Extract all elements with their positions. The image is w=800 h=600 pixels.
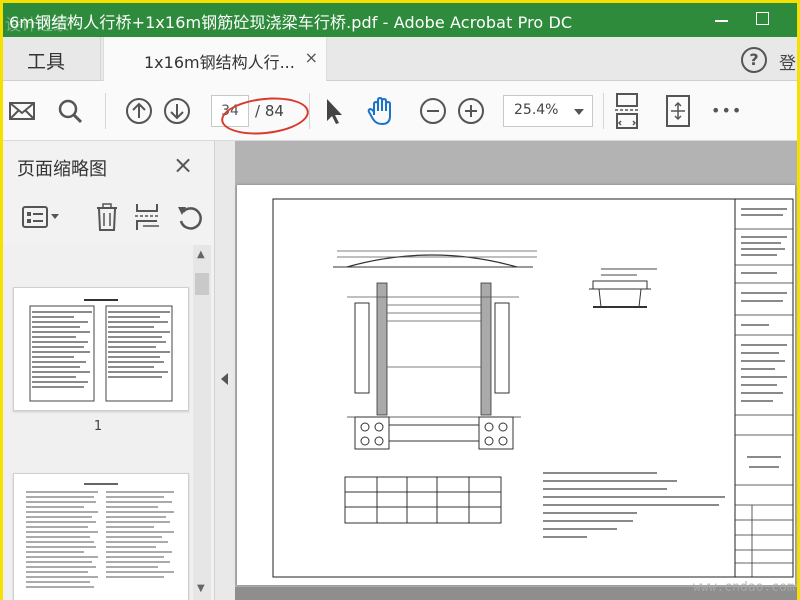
collapse-panel-handle[interactable] — [215, 141, 235, 600]
thumbnail-preview — [26, 483, 174, 588]
close-panel-icon[interactable]: × — [173, 151, 193, 179]
scroll-down-icon[interactable]: ▼ — [197, 583, 205, 594]
thumbnail-tools — [3, 197, 215, 237]
pdf-page — [237, 185, 795, 585]
toolbar-separator — [603, 93, 604, 129]
chevron-left-icon — [221, 373, 228, 385]
tab-document-label: 1x16m钢结构人行... — [144, 53, 295, 72]
document-view[interactable] — [235, 141, 797, 600]
more-tools-icon[interactable]: ••• — [711, 101, 742, 133]
zoom-in-icon[interactable] — [455, 95, 487, 127]
fit-page-icon[interactable] — [613, 91, 641, 131]
zoom-out-icon[interactable] — [417, 95, 449, 127]
watermark: www.cndao.com — [693, 580, 795, 595]
tab-bar: 工具 1x16m钢结构人行... × ? 登 — [3, 37, 797, 81]
thumbnail-list[interactable]: 1 — [3, 245, 193, 600]
hand-tool-icon[interactable] — [365, 95, 399, 127]
sign-in-button[interactable]: 登 — [779, 49, 796, 74]
thumbnail-preview — [29, 299, 173, 402]
select-cursor-icon[interactable] — [321, 95, 347, 127]
search-icon[interactable] — [55, 95, 85, 127]
zoom-value: 25.4% — [514, 102, 559, 118]
rotate-page-icon[interactable] — [175, 201, 205, 233]
main-toolbar: 34 / 84 25.4% ••• — [3, 81, 797, 141]
zoom-select[interactable]: 25.4% — [503, 95, 593, 127]
panel-title: 页面缩略图 — [17, 159, 107, 180]
chevron-down-icon — [574, 109, 584, 115]
close-tab-icon[interactable]: × — [305, 48, 318, 67]
email-icon[interactable] — [7, 95, 37, 127]
insert-page-icon[interactable] — [133, 201, 161, 233]
tab-tools[interactable]: 工具 — [3, 37, 101, 81]
full-screen-icon[interactable] — [663, 93, 693, 129]
previous-page-icon[interactable] — [123, 95, 155, 127]
page-thumbnails-panel: 页面缩略图 × 1 ▲ ▼ — [3, 141, 215, 600]
scrollbar-thumb[interactable] — [195, 273, 209, 295]
window-title: 6m钢结构人行桥+1x16m钢筋砼现浇梁车行桥.pdf - Adobe Acro… — [9, 13, 573, 32]
thumbnail-options-icon[interactable] — [21, 203, 61, 231]
scroll-up-icon[interactable]: ▲ — [197, 249, 205, 260]
thumbnail-page-number: 1 — [93, 419, 103, 434]
page-thumbnail[interactable] — [13, 287, 189, 411]
page-thumbnail[interactable] — [13, 473, 189, 600]
help-icon[interactable]: ? — [741, 47, 767, 73]
delete-page-icon[interactable] — [93, 201, 121, 233]
drawing-sheet — [272, 198, 794, 578]
toolbar-separator — [105, 93, 106, 129]
title-bar: 设计之家 6m钢结构人行桥+1x16m钢筋砼现浇梁车行桥.pdf - Adobe… — [3, 3, 797, 37]
minimize-button[interactable] — [709, 7, 735, 31]
maximize-button[interactable] — [749, 7, 775, 31]
thumbnail-scrollbar[interactable]: ▲ ▼ — [193, 245, 211, 600]
toolbar-separator — [309, 93, 310, 129]
next-page-icon[interactable] — [161, 95, 193, 127]
tab-document[interactable]: 1x16m钢结构人行... × — [103, 37, 327, 81]
